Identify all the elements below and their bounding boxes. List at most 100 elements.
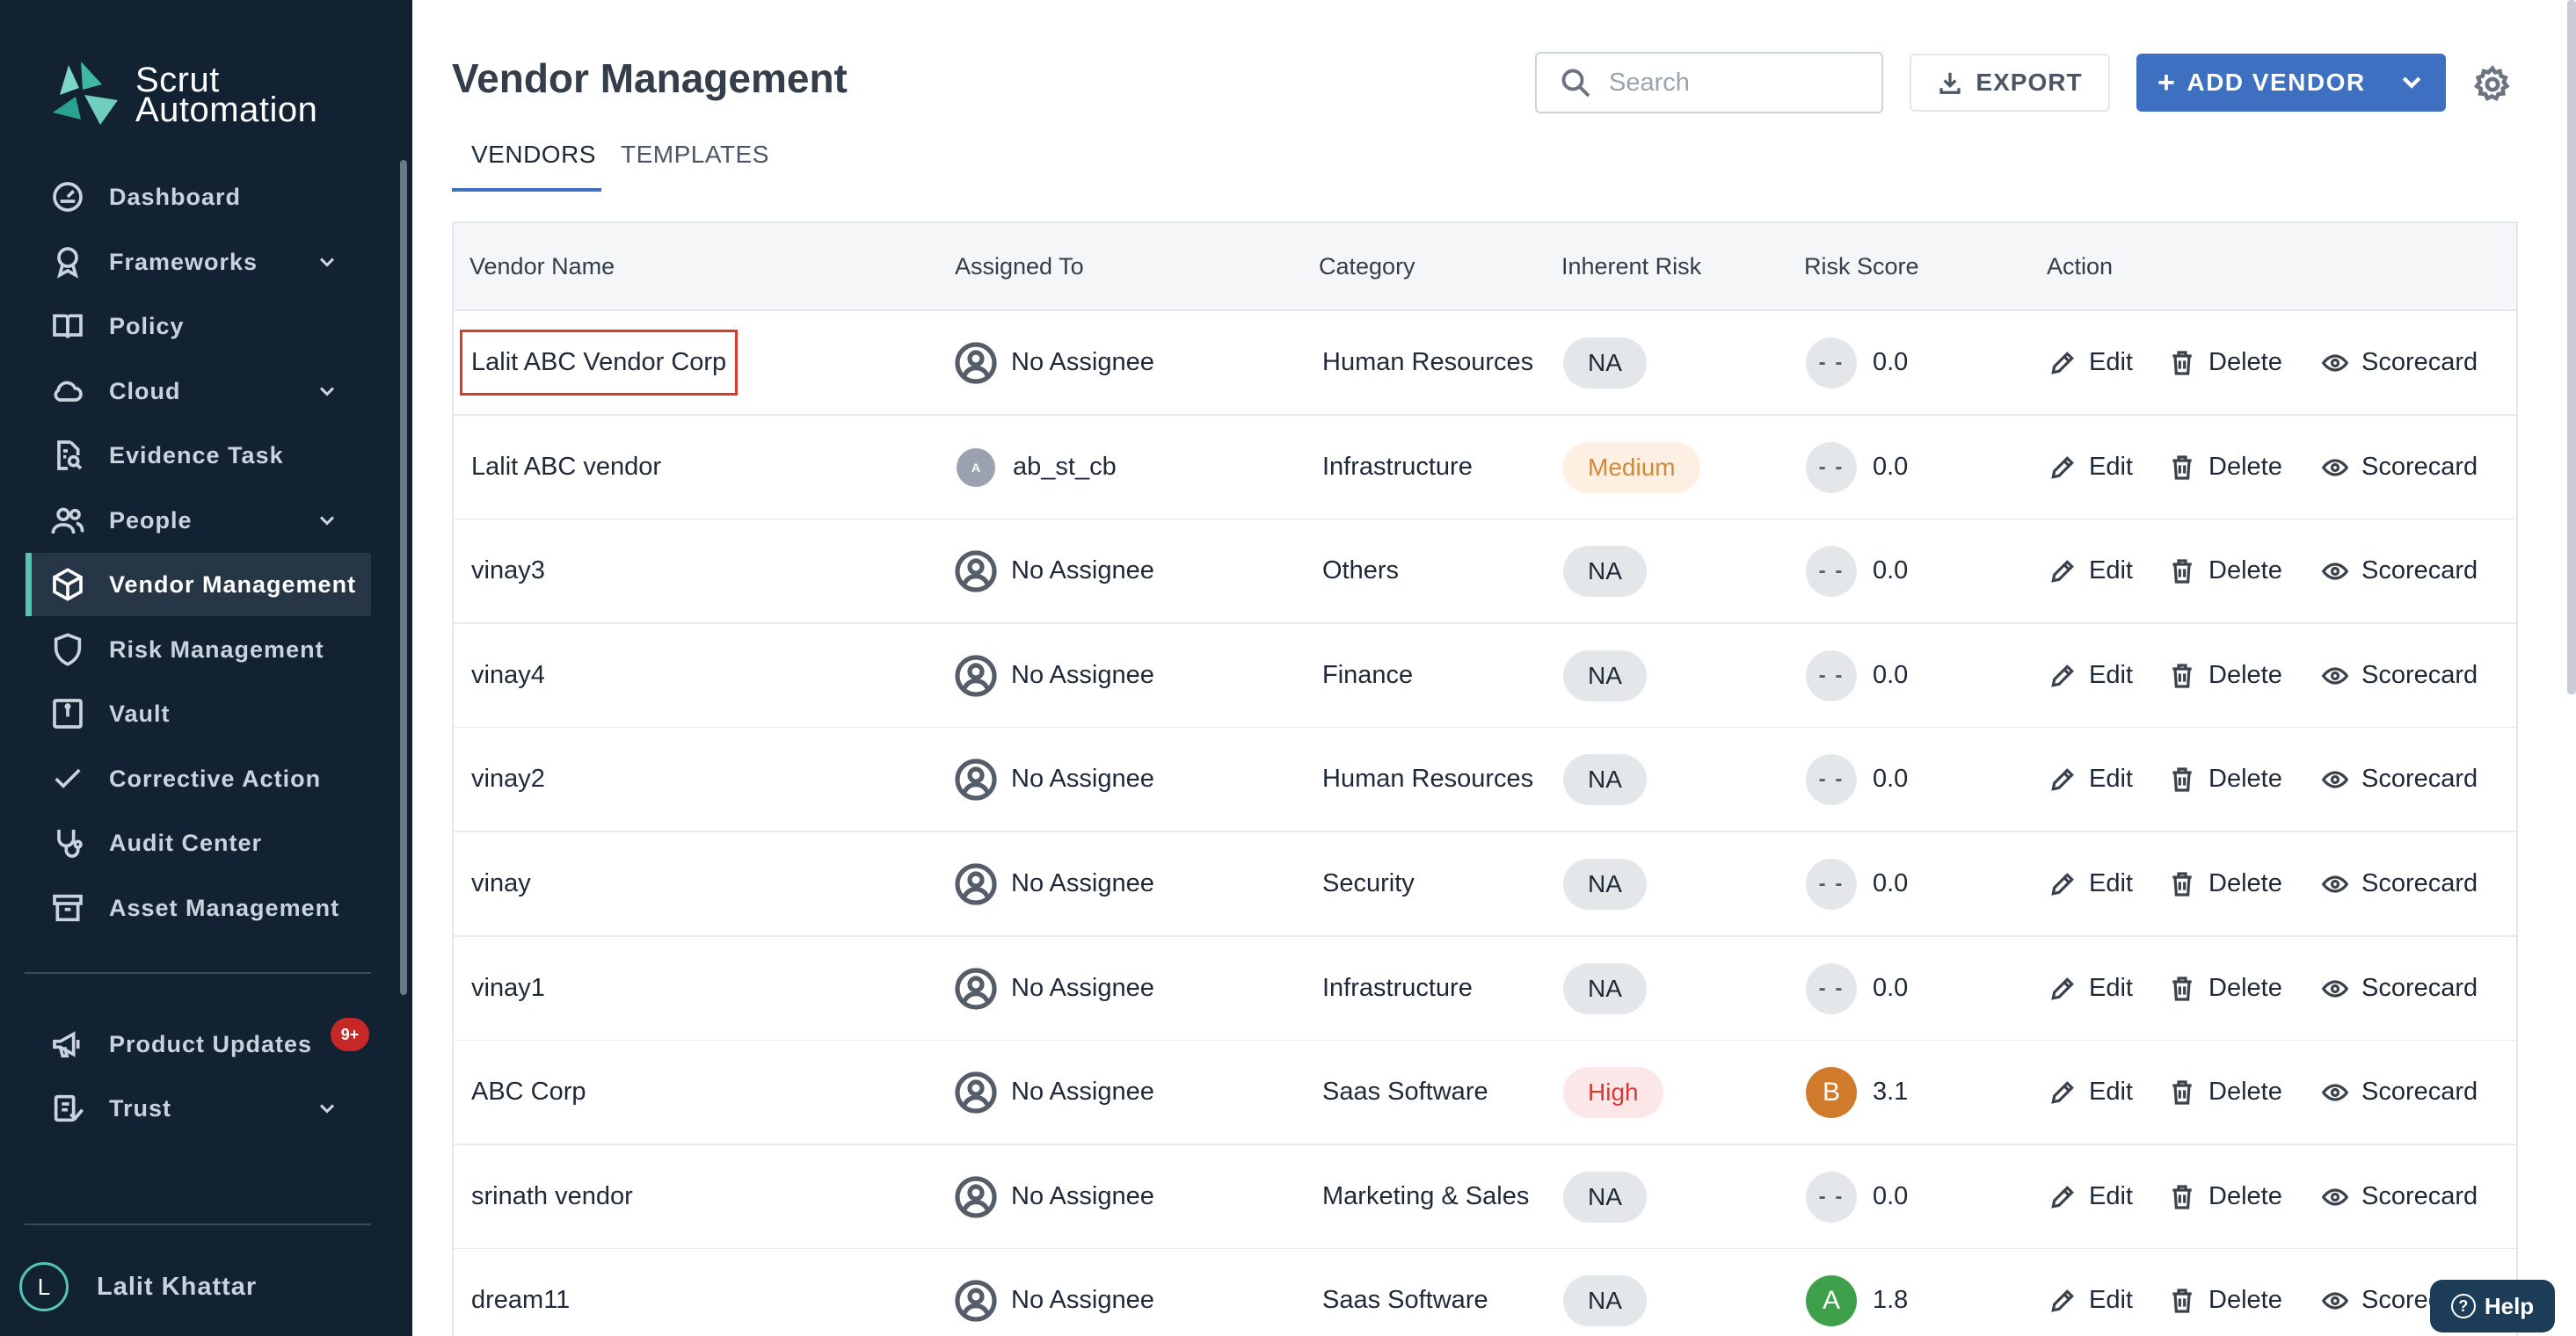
edit-button[interactable]: Edit xyxy=(2048,624,2133,727)
vendor-name-link[interactable]: dream11 xyxy=(471,1286,570,1315)
scorecard-button[interactable]: Scorecard xyxy=(2321,311,2478,414)
table-row[interactable]: Lalit ABC vendor Aab_st_cb Infrastructure M… xyxy=(454,416,2516,520)
scorecard-button-inner[interactable]: Scorecard xyxy=(2321,974,2478,1003)
sidebar-item-cloud[interactable]: Cloud xyxy=(28,359,371,423)
edit-button[interactable]: Edit xyxy=(2048,1249,2133,1336)
sidebar-item-vendor-management[interactable]: Vendor Management xyxy=(25,553,371,616)
column-header-risk-score[interactable]: Risk Score xyxy=(1804,253,1919,280)
search-input[interactable]: Search xyxy=(1535,52,1883,113)
tab-templates[interactable]: TEMPLATES xyxy=(621,132,769,193)
scorecard-button-inner[interactable]: Scorecard xyxy=(2321,869,2478,898)
edit-button-inner[interactable]: Edit xyxy=(2048,556,2133,585)
vendor-name-link[interactable]: vinay xyxy=(471,869,531,898)
edit-button-inner[interactable]: Edit xyxy=(2048,1182,2133,1211)
vendor-name-link[interactable]: vinay3 xyxy=(471,556,545,585)
scorecard-button-inner[interactable]: Scorecard xyxy=(2321,453,2478,482)
chevron-down-icon[interactable] xyxy=(315,508,339,533)
brand-logo[interactable]: Scrut Automation xyxy=(49,62,317,128)
assignee-name[interactable]: ab_st_cb xyxy=(1013,453,1117,482)
delete-button[interactable]: Delete xyxy=(2168,519,2282,622)
user-profile[interactable]: L Lalit Khattar xyxy=(19,1262,257,1311)
table-row[interactable]: vinay1 No Assignee Infrastructure NA - - 0.0 E… xyxy=(454,937,2516,1042)
delete-button-inner[interactable]: Delete xyxy=(2168,974,2282,1003)
vendor-name-link[interactable]: srinath vendor xyxy=(471,1182,633,1211)
sidebar-item-product-updates[interactable]: Product Updates xyxy=(28,1013,371,1076)
sidebar-item-evidence-task[interactable]: Evidence Task xyxy=(28,424,371,487)
vendor-name-link[interactable]: vinay1 xyxy=(471,974,545,1003)
edit-button[interactable]: Edit xyxy=(2048,416,2133,519)
sidebar-item-asset-management[interactable]: Asset Management xyxy=(28,876,371,940)
edit-button-inner[interactable]: Edit xyxy=(2048,661,2133,690)
table-row[interactable]: vinay3 No Assignee Others NA - - 0.0 Edit Delet… xyxy=(454,519,2516,624)
scorecard-button[interactable]: Scorecard xyxy=(2321,832,2478,935)
assignee-name[interactable]: No Assignee xyxy=(1011,1182,1154,1211)
table-row[interactable]: ABC Corp No Assignee Saas Software High B 3.1… xyxy=(454,1041,2516,1145)
delete-button[interactable]: Delete xyxy=(2168,937,2282,1040)
sidebar-scrollbar[interactable] xyxy=(400,160,407,995)
assignee-name[interactable]: No Assignee xyxy=(1011,765,1154,794)
edit-button-inner[interactable]: Edit xyxy=(2048,453,2133,482)
assignee-name[interactable]: No Assignee xyxy=(1011,869,1154,898)
assignee-name[interactable]: No Assignee xyxy=(1011,348,1154,377)
scorecard-button[interactable]: Scorecard xyxy=(2321,728,2478,831)
delete-button-inner[interactable]: Delete xyxy=(2168,556,2282,585)
edit-button-inner[interactable]: Edit xyxy=(2048,974,2133,1003)
assignee-name[interactable]: No Assignee xyxy=(1011,556,1154,585)
table-row[interactable]: vinay2 No Assignee Human Resources NA - - 0.0… xyxy=(454,728,2516,832)
column-header-vendor-name[interactable]: Vendor Name xyxy=(469,253,615,280)
scorecard-button[interactable]: Scorecard xyxy=(2321,624,2478,727)
edit-button[interactable]: Edit xyxy=(2048,311,2133,414)
scorecard-button-inner[interactable]: Scorecard xyxy=(2321,556,2478,585)
edit-button-inner[interactable]: Edit xyxy=(2048,348,2133,377)
delete-button-inner[interactable]: Delete xyxy=(2168,765,2282,794)
delete-button-inner[interactable]: Delete xyxy=(2168,869,2282,898)
sidebar-item-corrective-action[interactable]: Corrective Action xyxy=(28,747,371,810)
table-row[interactable]: vinay No Assignee Security NA - - 0.0 Edit Dele… xyxy=(454,832,2516,937)
edit-button[interactable]: Edit xyxy=(2048,519,2133,622)
scorecard-button-inner[interactable]: Scorecard xyxy=(2321,1078,2478,1107)
scorecard-button-inner[interactable]: Scorecard xyxy=(2321,765,2478,794)
column-header-category[interactable]: Category xyxy=(1319,253,1415,280)
delete-button[interactable]: Delete xyxy=(2168,416,2282,519)
edit-button-inner[interactable]: Edit xyxy=(2048,765,2133,794)
edit-button-inner[interactable]: Edit xyxy=(2048,1286,2133,1315)
vendor-name-link[interactable]: vinay2 xyxy=(471,765,545,794)
edit-button-inner[interactable]: Edit xyxy=(2048,869,2133,898)
edit-button[interactable]: Edit xyxy=(2048,728,2133,831)
delete-button-inner[interactable]: Delete xyxy=(2168,1078,2282,1107)
delete-button[interactable]: Delete xyxy=(2168,624,2282,727)
assignee-name[interactable]: No Assignee xyxy=(1011,1078,1154,1107)
delete-button-inner[interactable]: Delete xyxy=(2168,1286,2282,1315)
edit-button[interactable]: Edit xyxy=(2048,832,2133,935)
page-scrollbar[interactable] xyxy=(2567,0,2576,694)
chevron-down-icon[interactable] xyxy=(315,1096,339,1121)
delete-button-inner[interactable]: Delete xyxy=(2168,453,2282,482)
delete-button[interactable]: Delete xyxy=(2168,1145,2282,1248)
edit-button[interactable]: Edit xyxy=(2048,1145,2133,1248)
sidebar-item-audit-center[interactable]: Audit Center xyxy=(28,811,371,875)
table-row[interactable]: dream11 No Assignee Saas Software NA A 1.8 Edi… xyxy=(454,1249,2516,1336)
chevron-down-icon[interactable] xyxy=(315,250,339,274)
table-row[interactable]: srinath vendor No Assignee Marketing & Sal… xyxy=(454,1145,2516,1250)
assignee-name[interactable]: No Assignee xyxy=(1011,1286,1154,1315)
scorecard-button[interactable]: Scorecard xyxy=(2321,519,2478,622)
delete-button[interactable]: Delete xyxy=(2168,1249,2282,1336)
assignee-name[interactable]: No Assignee xyxy=(1011,974,1154,1003)
vendor-name-link[interactable]: ABC Corp xyxy=(471,1078,586,1107)
scorecard-button[interactable]: Scorecard xyxy=(2321,416,2478,519)
scorecard-button[interactable]: Scorecard xyxy=(2321,1041,2478,1144)
vendor-name-link[interactable]: vinay4 xyxy=(471,661,545,690)
assignee-name[interactable]: No Assignee xyxy=(1011,661,1154,690)
delete-button[interactable]: Delete xyxy=(2168,1041,2282,1144)
sidebar-item-vault[interactable]: Vault xyxy=(28,682,371,745)
table-row[interactable]: Lalit ABC Vendor Corp No Assignee Human Re… xyxy=(454,311,2516,416)
column-header-assigned-to[interactable]: Assigned To xyxy=(955,253,1084,280)
sidebar-item-people[interactable]: People xyxy=(28,489,371,552)
table-row[interactable]: vinay4 No Assignee Finance NA - - 0.0 Edit Dele… xyxy=(454,624,2516,729)
delete-button[interactable]: Delete xyxy=(2168,311,2282,414)
chevron-down-icon[interactable] xyxy=(2398,69,2425,102)
sidebar-item-policy[interactable]: Policy xyxy=(28,294,371,358)
sidebar-item-frameworks[interactable]: Frameworks xyxy=(28,230,371,294)
chevron-down-icon[interactable] xyxy=(315,379,339,403)
edit-button[interactable]: Edit xyxy=(2048,1041,2133,1144)
